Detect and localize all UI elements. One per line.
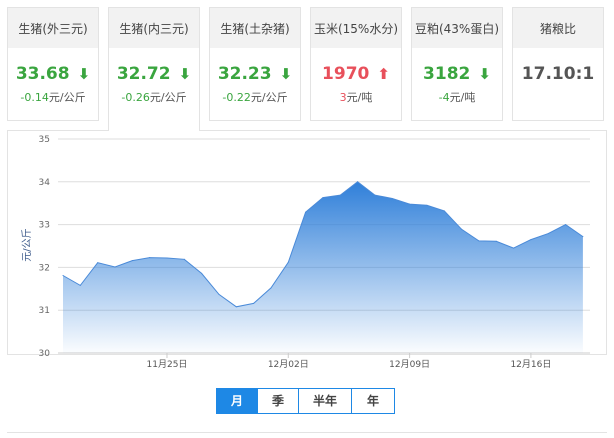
data-point[interactable]	[513, 247, 515, 249]
data-point[interactable]	[495, 240, 497, 242]
price-card[interactable]: 生猪(内三元) 32.72 ⬇ -0.26元/公斤	[108, 7, 200, 131]
data-point[interactable]	[97, 262, 99, 264]
range-month-button[interactable]: 月	[217, 389, 257, 413]
data-point[interactable]	[79, 284, 81, 286]
divider	[7, 432, 607, 433]
data-point[interactable]	[357, 181, 359, 183]
data-point[interactable]	[582, 236, 584, 238]
x-tick-label: 11月25日	[147, 359, 188, 370]
data-point[interactable]	[270, 287, 272, 289]
data-point[interactable]	[114, 266, 116, 268]
range-half-year-button[interactable]: 半年	[298, 389, 351, 413]
area-fill	[63, 181, 583, 353]
data-point[interactable]	[305, 211, 307, 213]
data-point[interactable]	[547, 233, 549, 235]
data-point[interactable]	[183, 258, 185, 260]
data-point[interactable]	[391, 197, 393, 199]
range-year-button[interactable]: 年	[351, 389, 394, 413]
card-value: 32.72	[116, 64, 171, 84]
y-tick-label: 34	[39, 178, 51, 188]
x-tick-label: 12月09日	[389, 359, 430, 370]
y-tick-label: 30	[39, 349, 51, 359]
data-point[interactable]	[166, 257, 168, 259]
data-point[interactable]	[461, 228, 463, 230]
data-point[interactable]	[339, 194, 341, 196]
x-tick-label: 12月02日	[268, 359, 309, 370]
y-tick-label: 35	[39, 135, 50, 145]
data-point[interactable]	[426, 204, 428, 206]
data-point[interactable]	[287, 261, 289, 263]
data-point[interactable]	[62, 275, 64, 277]
data-point[interactable]	[253, 302, 255, 304]
x-tick-label: 12月16日	[510, 359, 551, 370]
data-point[interactable]	[409, 203, 411, 205]
range-selector: 月 季 半年 年	[216, 388, 395, 414]
data-point[interactable]	[218, 293, 220, 295]
data-point[interactable]	[565, 224, 567, 226]
range-quarter-button[interactable]: 季	[257, 389, 298, 413]
data-point[interactable]	[201, 272, 203, 274]
y-tick-label: 31	[39, 306, 50, 316]
y-tick-label: 33	[39, 221, 50, 231]
data-point[interactable]	[322, 197, 324, 199]
card-title: 生猪(内三元)	[109, 8, 199, 48]
card-unit: 元/公斤	[149, 91, 187, 104]
data-point[interactable]	[374, 194, 376, 196]
price-chart: 30 31 32 33 34 35 11月25日 12月02日 12月09日 12月16日 元/公…	[21, 135, 590, 370]
data-point[interactable]	[235, 306, 237, 308]
card-change: -0.26	[121, 91, 150, 104]
arrow-down-icon: ⬇	[178, 65, 192, 83]
data-point[interactable]	[149, 257, 151, 259]
data-point[interactable]	[478, 240, 480, 242]
data-point[interactable]	[443, 210, 445, 212]
y-tick-label: 32	[39, 263, 50, 273]
data-point[interactable]	[131, 260, 133, 262]
y-axis-label: 元/公斤	[21, 228, 33, 261]
data-point[interactable]	[530, 239, 532, 241]
